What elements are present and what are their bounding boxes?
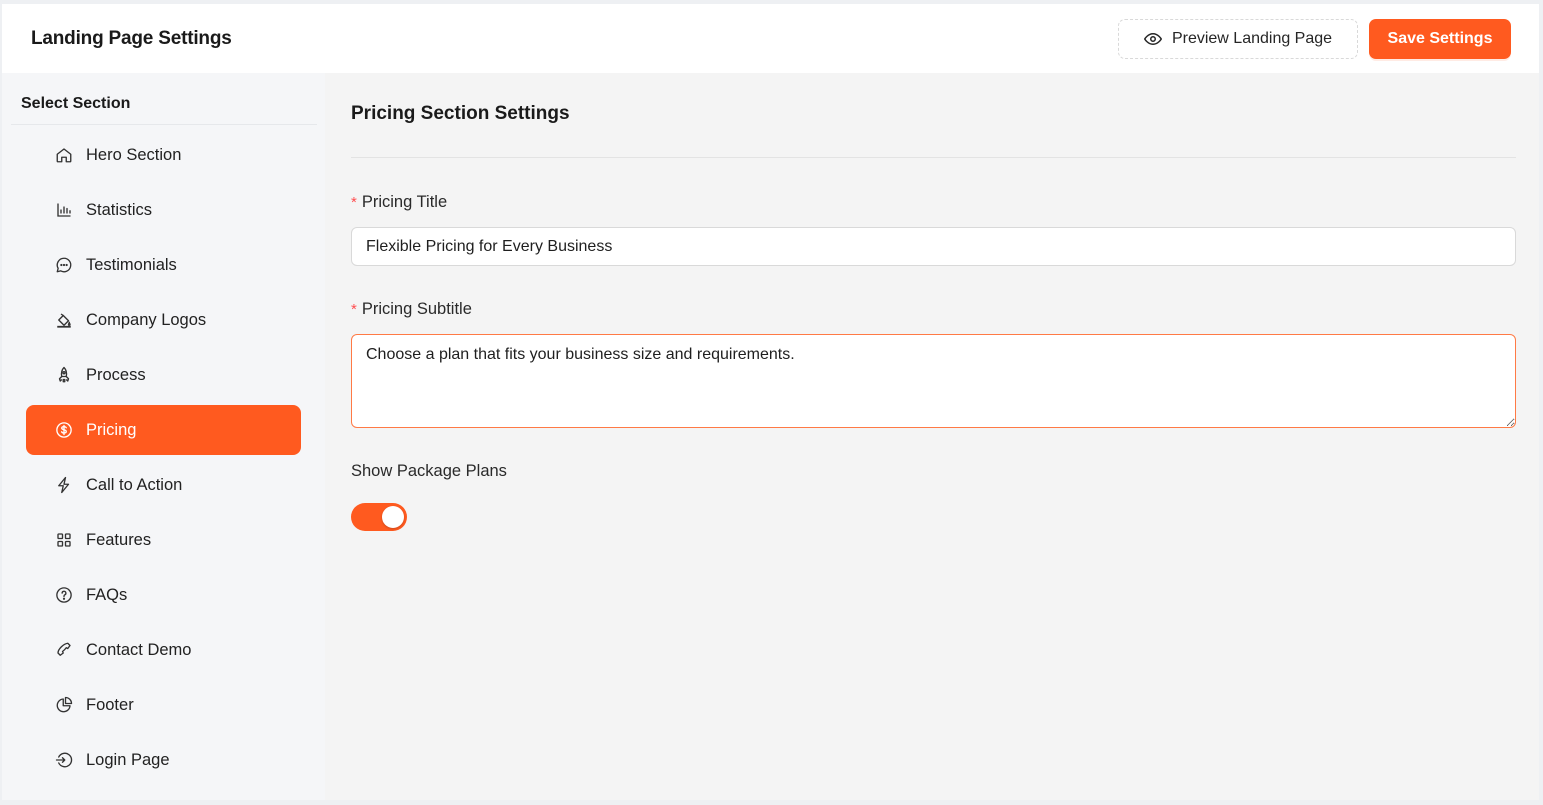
show-package-plans-label: Show Package Plans (351, 462, 507, 480)
sidebar-item-testimonials[interactable]: Testimonials (26, 240, 301, 290)
save-settings-button[interactable]: Save Settings (1369, 18, 1511, 59)
top-header: Landing Page Settings Preview Landing Pa… (2, 4, 1539, 73)
chat-icon (54, 255, 74, 275)
sidebar-heading: Select Section (11, 73, 317, 125)
sidebar-item-contact-demo[interactable]: Contact Demo (26, 625, 301, 675)
pricing-title-label-text: Pricing Title (361, 193, 448, 211)
sidebar-item-label: Statistics (86, 200, 153, 219)
grid-icon (54, 530, 74, 550)
dollar-circle-icon (54, 420, 74, 440)
eye-icon (1143, 30, 1162, 48)
pricing-subtitle-label-text: Pricing Subtitle (361, 300, 472, 318)
question-circle-icon (54, 585, 74, 605)
show-package-plans-toggle[interactable] (351, 503, 407, 531)
sidebar-item-label: Testimonials (86, 255, 177, 274)
pricing-title-label: * Pricing Title (351, 193, 447, 212)
sidebar-item-label: Features (86, 530, 152, 549)
sidebar-item-label: Process (86, 365, 146, 384)
sidebar-item-login-page[interactable]: Login Page (26, 735, 301, 785)
sidebar-item-label: Hero Section (86, 145, 182, 164)
app-frame: Landing Page Settings Preview Landing Pa… (2, 4, 1539, 800)
rocket-icon (54, 365, 74, 385)
required-mark: * (351, 194, 357, 211)
sidebar-item-label: Login Page (86, 750, 170, 769)
section-sidebar: Select Section Hero Section Statistics T… (2, 73, 325, 800)
pricing-subtitle-label: * Pricing Subtitle (351, 300, 472, 319)
sidebar-item-label: Call to Action (86, 475, 183, 494)
settings-panel: Pricing Section Settings * Pricing Title … (325, 73, 1539, 800)
home-icon (54, 145, 74, 165)
sidebar-item-label: Footer (86, 695, 134, 714)
sidebar-list: Hero Section Statistics Testimonials Com… (26, 130, 301, 790)
sidebar-item-process[interactable]: Process (26, 350, 301, 400)
preview-button-label: Preview Landing Page (1171, 29, 1333, 47)
sidebar-item-label: FAQs (86, 585, 128, 604)
page-title: Landing Page Settings (31, 27, 232, 49)
pie-chart-icon (54, 695, 74, 715)
sidebar-item-features[interactable]: Features (26, 515, 301, 565)
required-mark: * (351, 301, 357, 318)
sidebar-item-label: Pricing (86, 420, 137, 439)
pricing-subtitle-textarea[interactable] (351, 334, 1516, 428)
login-icon (54, 750, 74, 770)
pricing-title-input[interactable] (351, 227, 1516, 266)
lightning-icon (54, 475, 74, 495)
sidebar-item-company-logos[interactable]: Company Logos (26, 295, 301, 345)
preview-landing-page-button[interactable]: Preview Landing Page (1118, 18, 1358, 59)
sidebar-item-label: Contact Demo (86, 640, 192, 659)
sidebar-item-call-to-action[interactable]: Call to Action (26, 460, 301, 510)
section-title: Pricing Section Settings (351, 103, 570, 124)
sidebar-item-pricing[interactable]: Pricing (26, 405, 301, 455)
bar-chart-icon (54, 200, 74, 220)
divider (351, 157, 1516, 158)
phone-icon (54, 640, 74, 660)
sidebar-item-faqs[interactable]: FAQs (26, 570, 301, 620)
sidebar-item-statistics[interactable]: Statistics (26, 185, 301, 235)
sidebar-item-footer[interactable]: Footer (26, 680, 301, 730)
header-actions: Preview Landing Page Save Settings (1118, 18, 1511, 59)
sidebar-item-label: Company Logos (86, 310, 207, 329)
sidebar-item-hero-section[interactable]: Hero Section (26, 130, 301, 180)
toggle-knob (382, 506, 404, 528)
paint-bucket-icon (54, 310, 74, 330)
